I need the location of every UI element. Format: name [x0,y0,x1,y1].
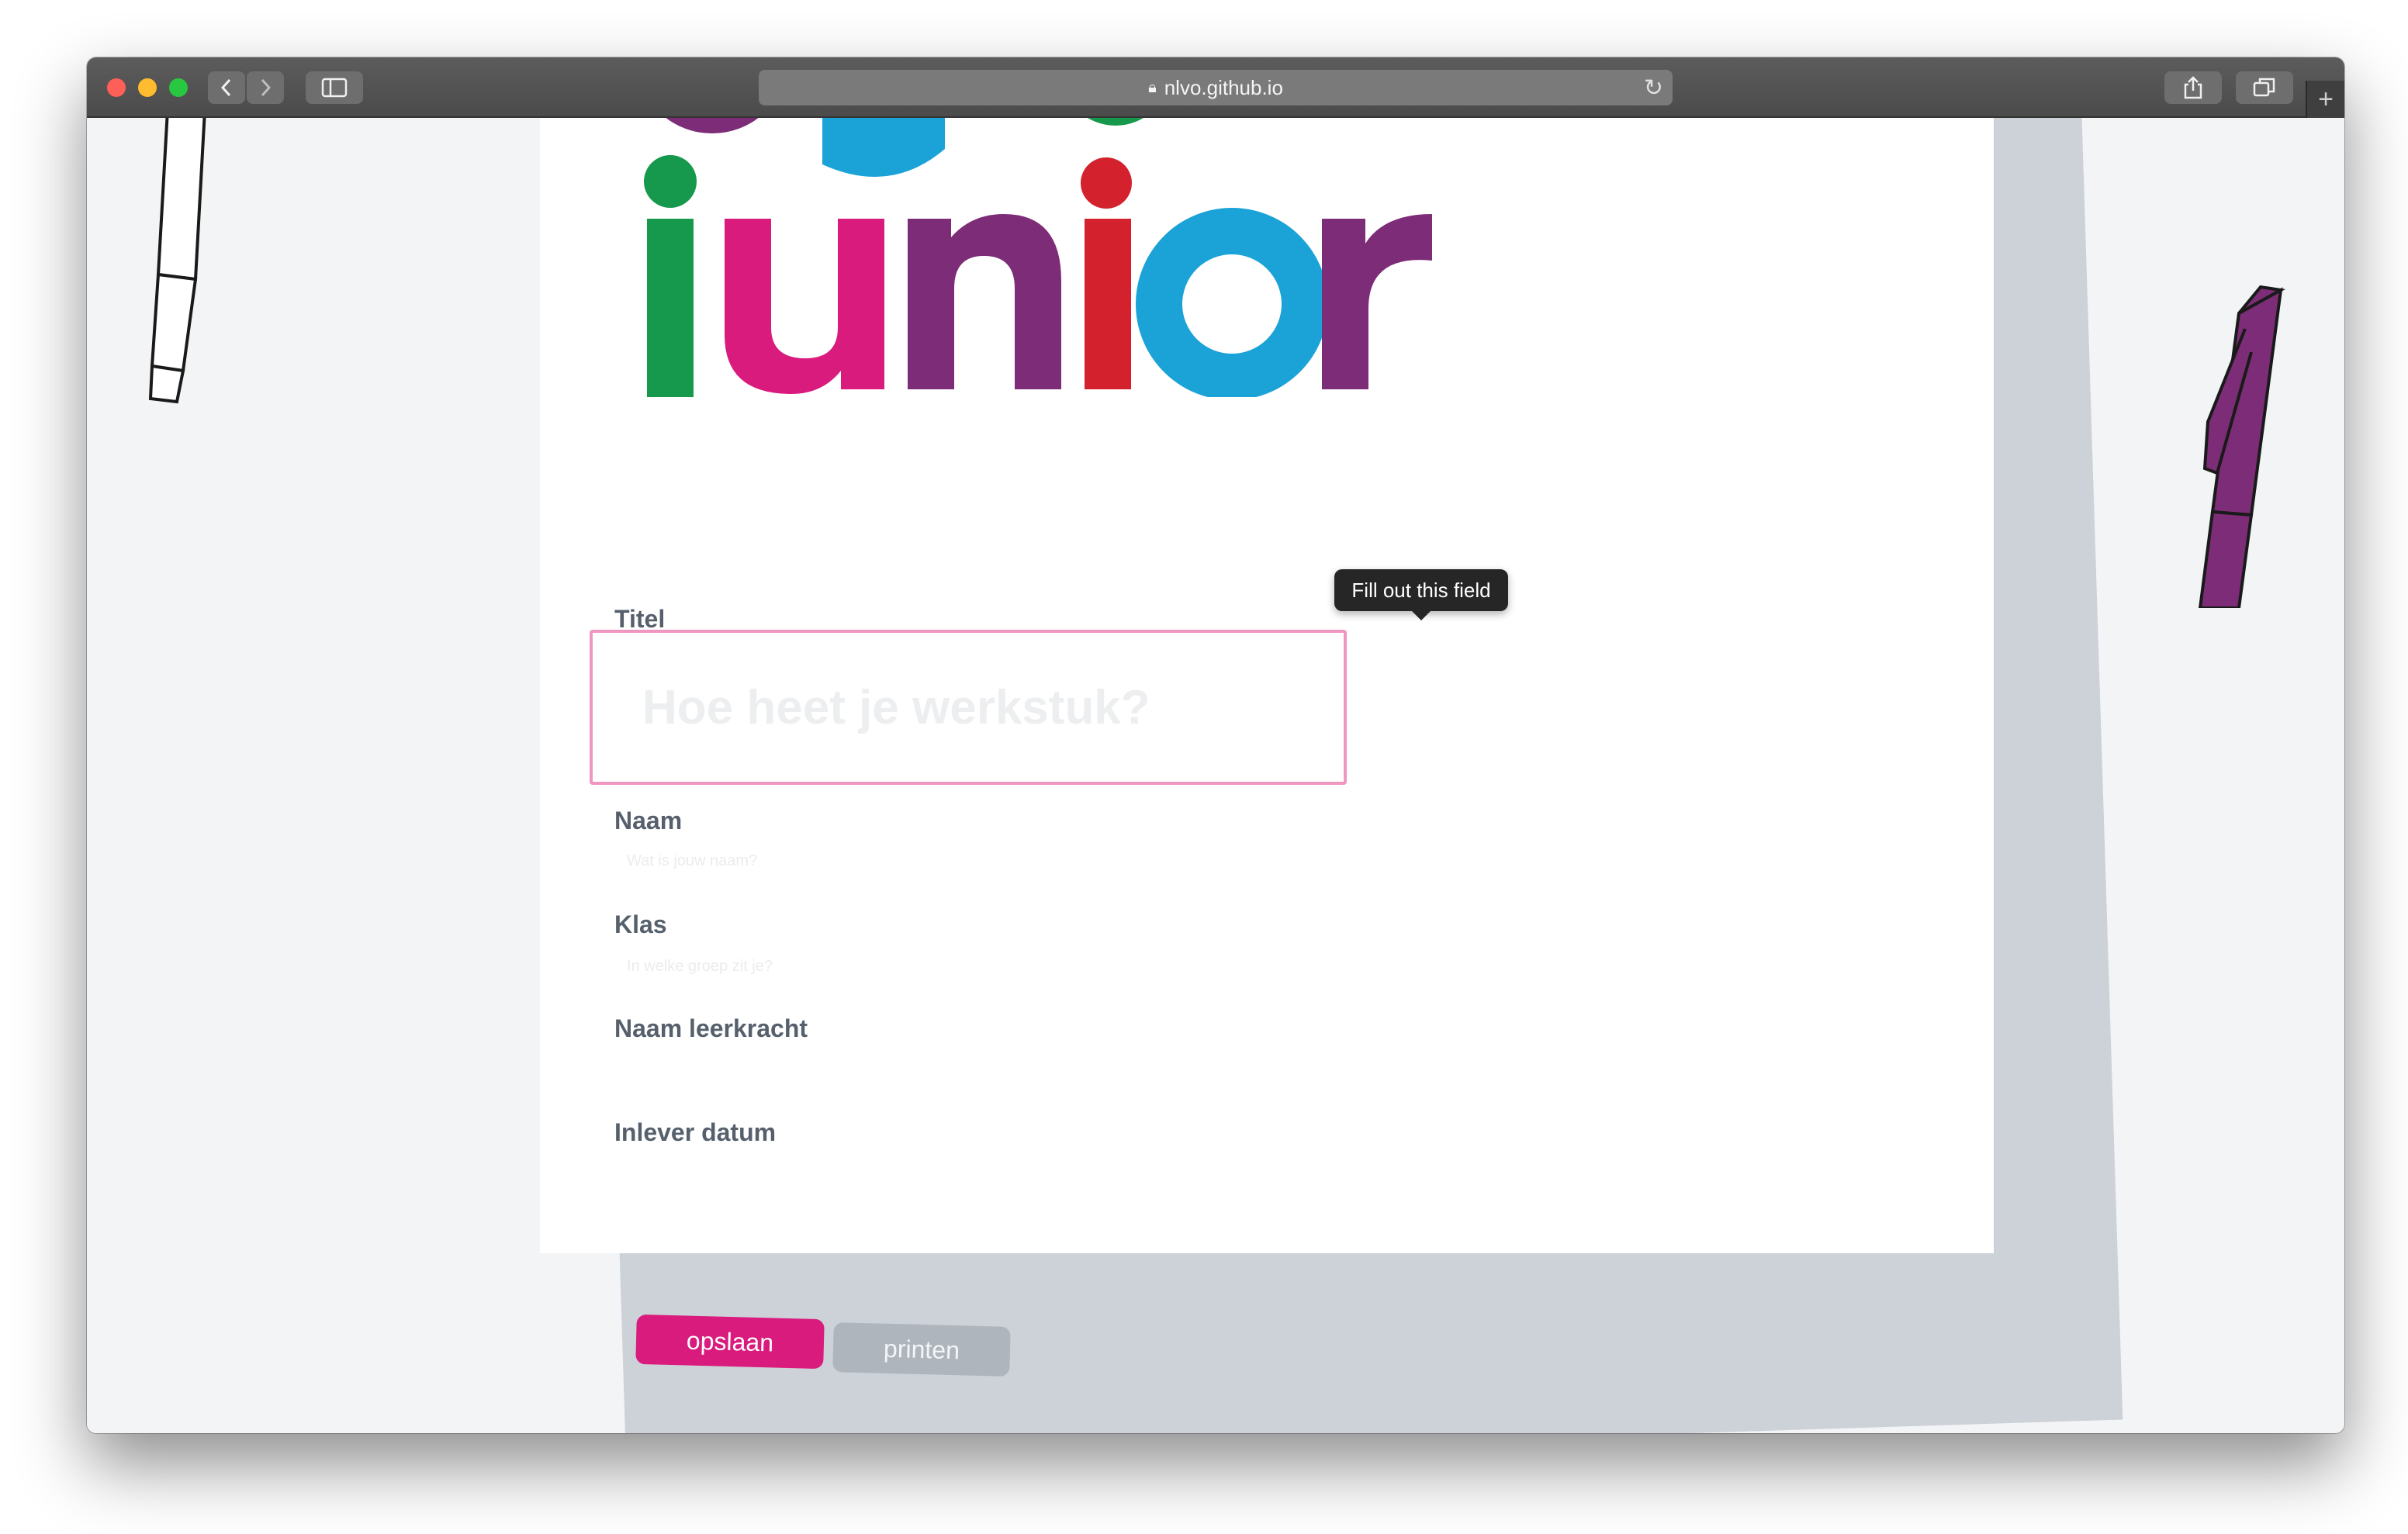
page-content: Titel Naam Klas Naam leerkracht Inlever … [87,118,2344,1433]
validation-tooltip: Fill out this field [1334,569,1508,620]
tabs-icon [2253,78,2275,97]
address-bar[interactable]: 🔒︎ nlvo.github.io ↻ [759,70,1673,105]
tabs-overview-button[interactable] [2236,71,2293,104]
minimize-window-button[interactable] [138,78,157,97]
date-input[interactable] [614,1160,1157,1188]
share-icon [2184,76,2202,99]
url-text: nlvo.github.io [1164,75,1283,99]
browser-window: 🔒︎ nlvo.github.io ↻ + Titel Hoe heet je … [87,57,2344,1433]
new-tab-button[interactable]: + [2306,81,2344,118]
back-button[interactable] [208,71,245,104]
name-input[interactable] [614,847,1157,875]
close-window-button[interactable] [107,78,126,97]
print-button[interactable]: printen [832,1322,1011,1377]
pen-icon [2198,285,2286,608]
junior-logo [644,118,1432,397]
teacher-input[interactable] [614,1056,1157,1084]
date-label: Inlever datum [614,1118,777,1146]
zoom-window-button[interactable] [169,78,188,97]
lock-icon: 🔒︎ [1148,78,1157,96]
save-button[interactable]: opslaan [635,1314,825,1370]
chevron-right-icon [261,78,272,97]
worksheet-paper: Titel Naam Klas Naam leerkracht Inlever … [540,118,1994,1253]
teacher-label: Naam leerkracht [614,1014,808,1042]
title-input[interactable] [590,630,1347,785]
class-label: Klas [614,910,667,938]
marker-icon [148,118,206,404]
sidebar-toggle-button[interactable] [306,71,363,104]
name-label: Naam [614,807,683,834]
share-button[interactable] [2164,71,2222,104]
chevron-left-icon [220,78,231,97]
forward-button[interactable] [247,71,284,104]
sidebar-icon [321,78,348,98]
browser-toolbar: 🔒︎ nlvo.github.io ↻ + [87,57,2344,118]
reload-icon[interactable]: ↻ [1644,74,1663,102]
class-input[interactable] [614,952,1157,980]
